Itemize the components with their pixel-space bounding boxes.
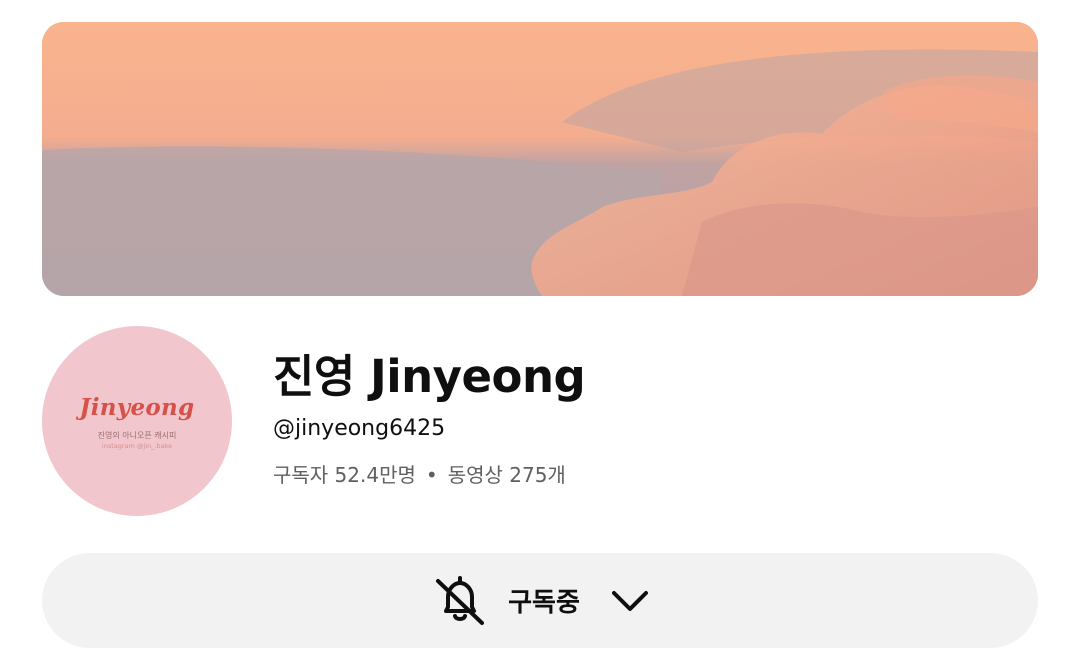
- channel-page: Jinyeong 진영의 아니오픈 캐시피 instagram @jin_.ba…: [0, 0, 1080, 667]
- channel-name: 진영 Jinyeong: [273, 350, 586, 403]
- video-count: 동영상 275개: [447, 463, 566, 487]
- channel-stats: 구독자 52.4만명 • 동영상 275개: [273, 459, 566, 488]
- chevron-down-icon: [610, 581, 650, 621]
- channel-handle: @jinyeong6425: [273, 416, 446, 441]
- subscribed-label: 구독중: [508, 588, 580, 618]
- subscriber-count: 구독자 52.4만명: [273, 463, 416, 487]
- avatar-subtitle-instagram: instagram @jin_.bake: [101, 442, 173, 450]
- subscribed-button[interactable]: 구독중: [42, 553, 1038, 648]
- avatar-logo-text: Jinyeong: [79, 394, 195, 421]
- stats-separator: •: [425, 463, 438, 487]
- avatar-subtitle: 진영의 아니오픈 캐시피: [97, 431, 177, 440]
- channel-avatar[interactable]: Jinyeong 진영의 아니오픈 캐시피 instagram @jin_.ba…: [42, 326, 232, 516]
- channel-banner: [42, 22, 1038, 296]
- bell-off-icon: [430, 571, 490, 631]
